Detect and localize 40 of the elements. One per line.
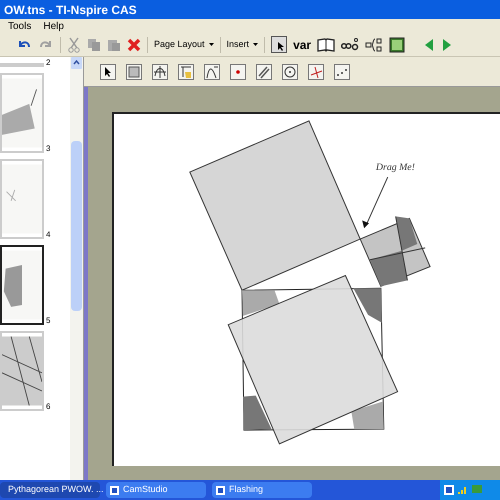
screen-icon[interactable] (389, 36, 406, 52)
delete-icon[interactable] (127, 38, 141, 52)
perpendicular-tool-icon[interactable] (308, 64, 324, 80)
taskbar-button[interactable]: Flashing (212, 482, 312, 498)
tray-icon[interactable] (444, 485, 454, 495)
right-arrow-icon[interactable] (441, 38, 454, 52)
line-tool-icon[interactable] (256, 64, 272, 80)
page-number: 3 (46, 145, 50, 153)
points-tool-icon[interactable] (334, 64, 350, 80)
select-tool-icon[interactable] (271, 36, 288, 53)
scroll-up-button[interactable] (71, 57, 82, 69)
page-number: 6 (46, 403, 50, 411)
page-number: 4 (46, 231, 50, 239)
window-icon (110, 486, 119, 494)
arrow-line (362, 176, 388, 228)
window-icon (216, 486, 225, 494)
curve-tool-icon[interactable] (204, 64, 220, 80)
view-tool-icon[interactable] (126, 64, 142, 80)
left-arrow-icon[interactable] (423, 38, 436, 52)
caret-icon (208, 43, 214, 46)
math-symbols-icon[interactable] (341, 38, 360, 52)
insert-menu[interactable]: Insert (226, 38, 258, 52)
graph-tool-icon[interactable] (152, 64, 168, 80)
scrollbar[interactable] (70, 57, 83, 480)
menu-item[interactable]: Tools (8, 18, 32, 34)
scrollbar-thumb[interactable] (71, 141, 82, 311)
template-icon[interactable] (365, 38, 384, 52)
book-icon[interactable] (317, 38, 336, 52)
variables-button[interactable]: var (293, 36, 312, 54)
pointer-tool-icon[interactable] (100, 64, 116, 80)
point-tool-icon[interactable] (230, 64, 246, 80)
menu-item[interactable]: Help (43, 18, 64, 34)
window-title: OW.tns - TI-Nspire CAS (4, 2, 137, 18)
page-layout-menu[interactable]: Page Layout (154, 38, 214, 52)
caret-icon (253, 43, 258, 46)
taskbar-button[interactable]: CamStudio (106, 482, 206, 498)
circle-tool-icon[interactable] (282, 64, 298, 80)
page-number: 5 (46, 317, 50, 325)
page-number: 2 (46, 59, 50, 67)
drag-label: Drag Me! (376, 162, 415, 174)
